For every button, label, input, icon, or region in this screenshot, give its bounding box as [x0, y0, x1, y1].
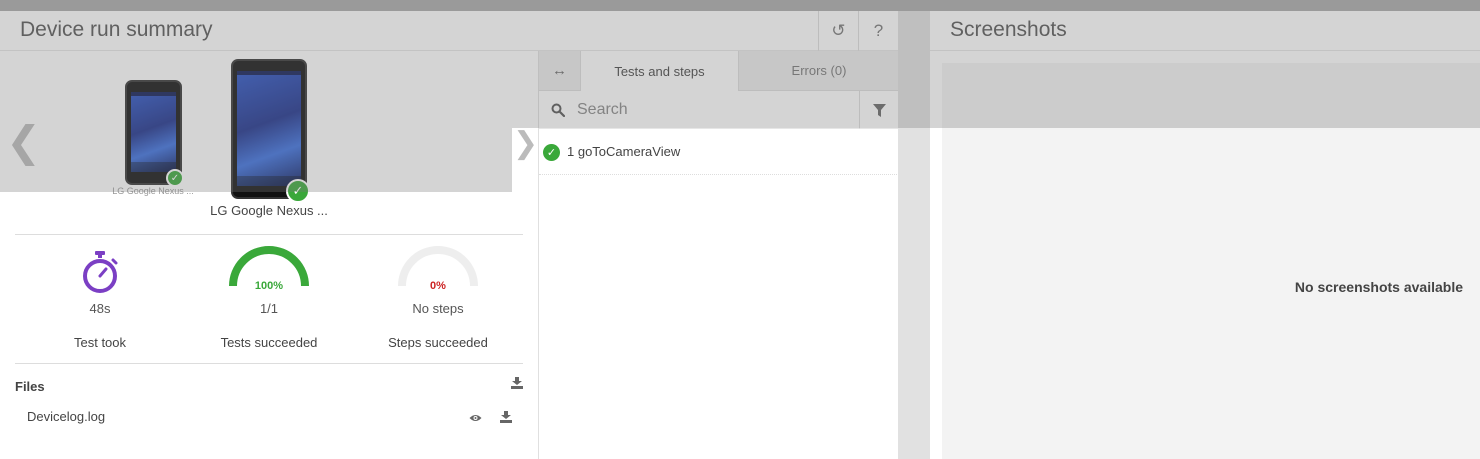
device-name: LG Google Nexus ... [112, 186, 194, 196]
device-run-summary-panel: Device run summary ↺ ? ❮ ❯ ✓ LG Google N… [0, 11, 898, 459]
tests-percent: 100% [254, 280, 284, 292]
test-label: 1 goToCameraView [567, 144, 681, 159]
check-icon: ✓ [543, 144, 560, 161]
refresh-button[interactable]: ↺ [818, 11, 858, 51]
download-icon [500, 411, 512, 423]
help-button[interactable]: ? [858, 11, 898, 51]
check-icon: ✓ [166, 169, 184, 187]
screenshots-title: Screenshots [950, 18, 1067, 41]
tab-errors[interactable]: Errors (0) [739, 51, 898, 91]
steps-value: No steps [412, 301, 464, 316]
tests-label: Tests succeeded [220, 335, 318, 350]
tab-tests-and-steps[interactable]: Tests and steps [581, 51, 739, 91]
tests-column: ↔ Tests and steps Errors (0) ✓ 1 goToCam… [538, 51, 898, 459]
test-row[interactable]: ✓ 1 goToCameraView [539, 129, 898, 175]
expand-icon: ↔ [552, 62, 567, 79]
carousel-prev-button[interactable]: ❮ [6, 121, 41, 163]
device-name: LG Google Nexus ... [210, 203, 328, 218]
steps-percent: 0% [430, 280, 446, 292]
screenshots-header: Screenshots [930, 11, 1480, 51]
duration-label: Test took [73, 335, 127, 350]
download-icon [511, 377, 523, 389]
tab-bar: ↔ Tests and steps Errors (0) [539, 51, 898, 91]
search-bar [539, 91, 898, 129]
search-input[interactable] [577, 97, 847, 123]
divider [15, 234, 523, 235]
help-icon: ? [873, 21, 884, 40]
phone-icon [231, 59, 307, 199]
carousel-next-button[interactable]: ❯ [513, 129, 538, 159]
download-all-button[interactable] [511, 377, 523, 392]
no-screenshots-text: No screenshots available [1294, 279, 1463, 295]
files-title: Files [15, 379, 45, 394]
summary-title: Device run summary [20, 18, 213, 41]
duration-value: 48s [89, 301, 111, 316]
filter-button[interactable] [859, 91, 898, 129]
screenshots-area: No screenshots available [942, 63, 1480, 459]
file-name[interactable]: Devicelog.log [27, 409, 105, 424]
eye-icon [469, 415, 482, 421]
view-file-button[interactable] [469, 412, 482, 426]
expand-button[interactable]: ↔ [539, 51, 581, 91]
summary-header: Device run summary ↺ ? [0, 11, 898, 51]
device-carousel: ❮ ❯ ✓ LG Google Nexus ... ✓ LG Google Ne… [0, 51, 538, 241]
tests-value: 1/1 [259, 301, 279, 316]
stopwatch-icon [83, 251, 118, 293]
top-strip [0, 0, 1480, 11]
search-icon [551, 103, 565, 117]
divider [15, 363, 523, 364]
steps-label: Steps succeeded [388, 335, 488, 350]
refresh-icon: ↺ [831, 21, 846, 40]
screenshots-panel: Screenshots No screenshots available [930, 11, 1480, 459]
filter-icon [873, 103, 886, 117]
download-file-button[interactable] [500, 411, 512, 426]
check-icon: ✓ [286, 179, 310, 203]
